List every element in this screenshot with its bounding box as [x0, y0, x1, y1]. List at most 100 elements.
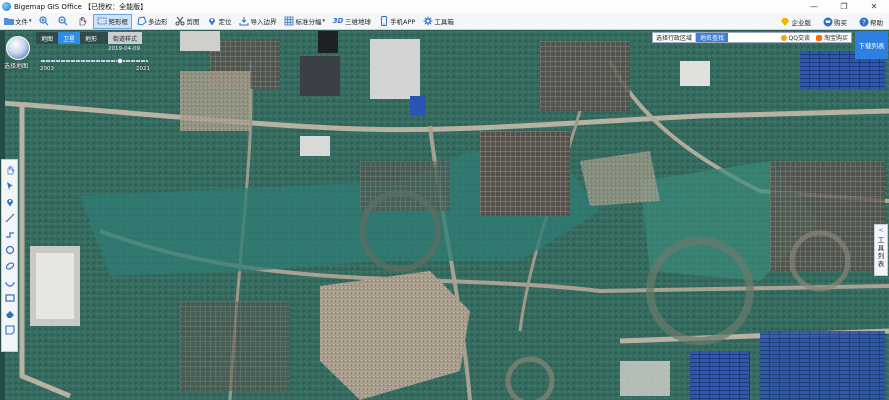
zoom-in-icon [39, 16, 50, 27]
pin-icon [207, 16, 218, 27]
download-list-button[interactable]: 下载列表 [855, 31, 888, 59]
taobao-buy-button[interactable]: 淘宝购买 [813, 33, 851, 42]
svg-text:?: ? [862, 18, 866, 26]
enterprise-button[interactable]: 企业版 [777, 14, 815, 29]
pan-button[interactable] [74, 14, 92, 29]
window-controls: — ❐ ✕ [799, 0, 889, 13]
import-border-label: 导入边界 [250, 18, 277, 26]
tool-note[interactable] [3, 322, 17, 338]
qq-chat-label: QQ交谈 [788, 35, 810, 42]
maximize-button[interactable]: ❐ [829, 0, 859, 13]
file-menu[interactable]: 文件 ▾ [0, 14, 35, 29]
tool-ellipse[interactable] [3, 258, 17, 274]
hand-icon [77, 16, 88, 27]
tool-line[interactable] [3, 210, 17, 226]
title-bar: Bigemap GIS Office 【已授权：全能版】 — ❐ ✕ [0, 0, 889, 13]
zoom-out-icon [58, 16, 69, 27]
map-type-map[interactable]: 地图 [36, 32, 58, 44]
rectangle-select-label: 矩形框 [108, 18, 129, 26]
history-timeline[interactable] [40, 58, 148, 64]
clip-label: 剪图 [186, 18, 200, 26]
timeline-ticks [40, 60, 148, 62]
map-type-satellite[interactable]: 卫星 [58, 32, 81, 44]
tool-marker[interactable] [3, 194, 17, 210]
polyline-icon [5, 232, 14, 238]
import-icon [239, 16, 250, 27]
file-menu-label: 文件 [15, 18, 28, 26]
buy-button[interactable]: 购买 [819, 14, 850, 29]
place-search-button[interactable]: 地名查找 [696, 33, 729, 42]
toolbar-right: 企业版 购买 ? 帮助 [773, 13, 888, 30]
folder-icon [3, 16, 14, 27]
grid-icon [284, 16, 295, 27]
locate-button[interactable]: 定位 [204, 14, 235, 29]
chevron-down-icon: ▾ [29, 18, 32, 24]
line-icon [5, 213, 14, 223]
polygon-icon [136, 16, 147, 27]
tool-eraser[interactable] [3, 306, 17, 322]
main-toolbar: 文件 ▾ 矩形框 多边形 剪图 定位 导入边界 标准分幅 ▾ 3D 三维地球 手 [0, 13, 889, 30]
tool-select[interactable] [3, 178, 17, 194]
taobao-buy-label: 淘宝购买 [823, 35, 848, 42]
zoom-in-button[interactable] [36, 14, 54, 29]
phone-icon [378, 16, 389, 27]
map-type-switch: 地图 卫星 地形 街道样式 [36, 32, 143, 44]
eraser-icon [5, 311, 14, 318]
enterprise-label: 企业版 [791, 18, 812, 27]
grid-button[interactable]: 标准分幅 ▾ [281, 14, 329, 29]
cart-icon [822, 16, 833, 27]
tool-pan[interactable] [3, 162, 17, 178]
polygon-label: 多边形 [148, 18, 168, 26]
hand-icon [7, 165, 14, 175]
window-title: Bigemap GIS Office 【已授权：全能版】 [14, 2, 148, 11]
pin-icon [6, 199, 13, 207]
drawing-tools-panel [1, 159, 18, 352]
circle-icon [5, 245, 14, 255]
mobile-app-label: 手机APP [390, 18, 416, 26]
rectangle-select-icon [97, 16, 108, 27]
region-select[interactable]: 选择行政区域 [653, 33, 697, 42]
import-border-button[interactable]: 导入边界 [236, 14, 280, 29]
app-logo-icon [2, 2, 11, 11]
scissor-icon [175, 16, 186, 27]
timeline-handle[interactable] [116, 58, 123, 64]
search-spacer [728, 33, 778, 42]
rect-icon [4, 294, 15, 302]
qq-chat-button[interactable]: QQ交谈 [778, 33, 813, 42]
buy-label: 购买 [834, 18, 847, 27]
search-bar: 选择行政区域 地名查找 QQ交谈 淘宝购买 [652, 32, 852, 43]
chevron-down-icon: ▾ [322, 18, 326, 24]
map-selector-label[interactable]: 选择地图 [4, 61, 28, 70]
tool-list-label: 工具列表 [877, 236, 885, 268]
tool-rectangle[interactable] [3, 290, 17, 306]
arc-icon [4, 281, 15, 287]
timeline-end-year: 2021 [136, 66, 150, 72]
help-label: 帮助 [870, 18, 883, 27]
mobile-app-button[interactable]: 手机APP [375, 14, 418, 29]
zoom-out-button[interactable] [55, 14, 73, 29]
polygon-button[interactable]: 多边形 [133, 14, 171, 29]
ellipse-icon [5, 262, 14, 270]
toolbox-label: 工具箱 [434, 18, 454, 26]
satellite-map[interactable]: 选择地图 地图 卫星 地形 街道样式 2019-04-09 2003 2021 … [0, 31, 889, 400]
collapse-arrow-icon[interactable]: < [878, 227, 883, 234]
timeline-date: 2019-04-09 [108, 46, 140, 52]
note-icon [4, 325, 15, 335]
3d-icon: 3D [332, 17, 344, 25]
minimize-button[interactable]: — [799, 0, 829, 13]
map-type-terrain[interactable]: 地形 [80, 32, 102, 44]
toolbox-button[interactable]: 工具箱 [419, 14, 457, 29]
tool-circle[interactable] [3, 242, 17, 258]
tool-arc[interactable] [3, 274, 17, 290]
rectangle-select-button[interactable]: 矩形框 [92, 13, 133, 29]
street-style-button[interactable]: 街道样式 [108, 32, 143, 44]
tool-list-panel[interactable]: < 工具列表 [874, 224, 888, 276]
3d-earth-button[interactable]: 3D 三维地球 [329, 14, 374, 29]
close-button[interactable]: ✕ [859, 0, 889, 13]
map-selector-logo[interactable] [6, 36, 30, 60]
clip-button[interactable]: 剪图 [172, 14, 203, 29]
timeline-start-year: 2003 [40, 66, 54, 72]
help-button[interactable]: ? 帮助 [855, 14, 886, 29]
pointer-icon [6, 182, 13, 190]
tool-polyline[interactable] [3, 226, 17, 242]
